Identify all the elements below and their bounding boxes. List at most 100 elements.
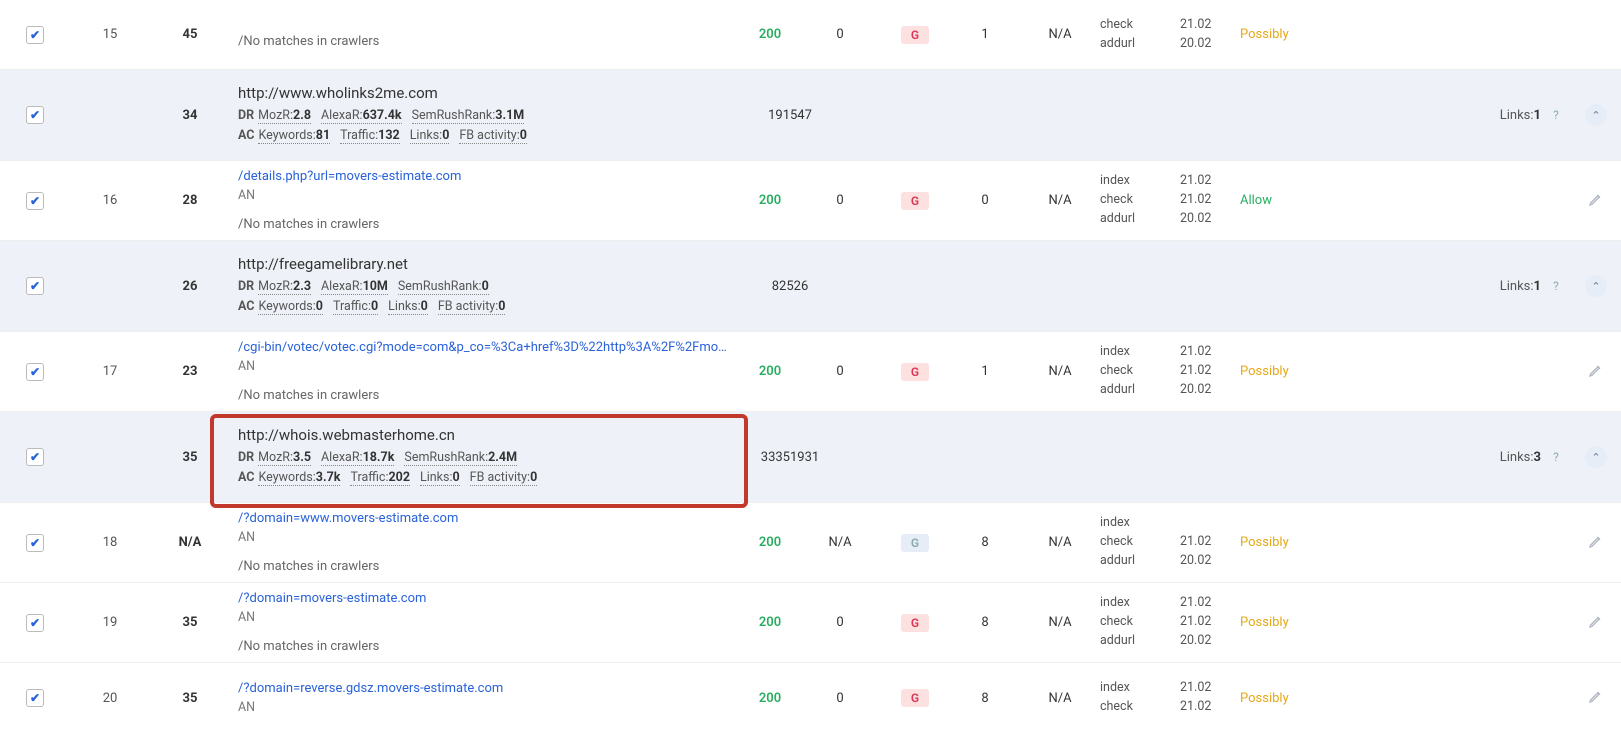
collapse-icon[interactable]: ⌃: [1585, 446, 1607, 468]
http-status: 200: [740, 193, 800, 208]
domain-bignum: 82526: [740, 279, 840, 294]
collapse-icon[interactable]: ⌃: [1585, 104, 1607, 126]
index-actions: indexcheck: [1100, 679, 1180, 717]
page-url[interactable]: /cgi-bin/votec/votec.cgi?mode=com&p_co=%…: [238, 340, 732, 355]
links-metric[interactable]: Links:0: [410, 128, 450, 144]
row-rank: 23: [150, 364, 230, 379]
keywords-link[interactable]: Keywords:81: [258, 128, 330, 144]
url-row: 18 N/A /?domain=www.movers-estimate.com AN /…: [0, 503, 1621, 583]
row-rank: 35: [150, 615, 230, 630]
collapse-icon[interactable]: ⌃: [1585, 275, 1607, 297]
index-actions: checkaddurl: [1100, 16, 1180, 54]
g-badge: G: [901, 534, 929, 552]
row-checkbox[interactable]: [26, 363, 44, 381]
date-col: 21.0220.02: [1180, 514, 1240, 570]
edit-icon[interactable]: [1588, 613, 1604, 629]
row-index: 20: [70, 691, 150, 706]
row-index: 16: [70, 193, 150, 208]
alexar-link[interactable]: AlexaR:10M: [321, 279, 388, 295]
keywords-link[interactable]: Keywords:0: [258, 299, 323, 315]
domain-metrics-dr: DRMozR:2.8AlexaR:637.4kSemRushRank:3.1M: [238, 106, 732, 126]
domain-bignum: 191547: [740, 108, 840, 123]
row-checkbox[interactable]: [26, 277, 44, 295]
domain-row: 35http://whois.webmasterhome.cnDRMozR:3.…: [0, 412, 1621, 503]
semrush-link[interactable]: SemRushRank:0: [398, 279, 489, 295]
semrush-link[interactable]: SemRushRank:2.4M: [404, 450, 517, 466]
col-count-b: 0: [950, 193, 1020, 208]
semrush-link[interactable]: SemRushRank:3.1M: [412, 108, 525, 124]
links-metric[interactable]: Links:0: [420, 470, 460, 486]
g-badge: G: [901, 363, 929, 381]
mozr-link[interactable]: MozR:3.5: [258, 450, 311, 466]
http-status: 200: [740, 691, 800, 706]
date-col: 21.0221.02: [1180, 679, 1240, 717]
domain-row: 26http://freegamelibrary.netDRMozR:2.3Al…: [0, 241, 1621, 332]
row-checkbox[interactable]: [26, 448, 44, 466]
domain-title[interactable]: http://www.wholinks2me.com: [238, 84, 732, 102]
row-checkbox[interactable]: [26, 106, 44, 124]
anchor-label: AN: [238, 530, 732, 545]
alexar-link[interactable]: AlexaR:18.7k: [321, 450, 394, 466]
domain-metrics-ac: ACKeywords:0Traffic:0Links:0FB activity:…: [238, 297, 732, 317]
help-icon[interactable]: ?: [1541, 450, 1571, 464]
alexar-link[interactable]: AlexaR:637.4k: [321, 108, 402, 124]
col-na: N/A: [1020, 535, 1100, 550]
allow-status: Possibly: [1240, 535, 1310, 550]
page-url[interactable]: /details.php?url=movers-estimate.com: [238, 169, 732, 184]
fb-link[interactable]: FB activity:0: [470, 470, 538, 486]
g-badge: G: [901, 689, 929, 707]
allow-status: Possibly: [1240, 27, 1310, 42]
allow-status: Possibly: [1240, 691, 1310, 706]
no-match-text: /No matches in crawlers: [238, 34, 732, 49]
row-index: 15: [70, 27, 150, 42]
no-match-text: /No matches in crawlers: [238, 559, 732, 574]
edit-icon[interactable]: [1588, 362, 1604, 378]
col-count-b: 8: [950, 615, 1020, 630]
row-checkbox[interactable]: [26, 26, 44, 44]
col-na: N/A: [1020, 364, 1100, 379]
edit-icon[interactable]: [1588, 191, 1604, 207]
row-checkbox[interactable]: [26, 614, 44, 632]
row-checkbox[interactable]: [26, 689, 44, 707]
help-icon[interactable]: ?: [1541, 279, 1571, 293]
traffic-link[interactable]: Traffic:0: [333, 299, 378, 315]
page-url[interactable]: /?domain=reverse.gdsz.movers-estimate.co…: [238, 681, 732, 696]
domain-title[interactable]: http://whois.webmasterhome.cn: [238, 426, 732, 444]
row-index: 18: [70, 535, 150, 550]
col-count-b: 8: [950, 535, 1020, 550]
links-metric[interactable]: Links:0: [388, 299, 428, 315]
index-actions: indexcheckaddurl: [1100, 594, 1180, 650]
domain-row: 34http://www.wholinks2me.comDRMozR:2.8Al…: [0, 70, 1621, 161]
fb-link[interactable]: FB activity:0: [459, 128, 527, 144]
domain-rank: 35: [150, 450, 230, 465]
date-col: 21.0221.0220.02: [1180, 172, 1240, 228]
edit-icon[interactable]: [1588, 533, 1604, 549]
mozr-link[interactable]: MozR:2.3: [258, 279, 311, 295]
col-na: N/A: [1020, 27, 1100, 42]
row-rank: 35: [150, 691, 230, 706]
allow-status: Allow: [1240, 193, 1310, 208]
url-row: 1628/details.php?url=movers-estimate.com…: [0, 161, 1621, 241]
domain-title[interactable]: http://freegamelibrary.net: [238, 255, 732, 273]
row-checkbox[interactable]: [26, 534, 44, 552]
page-url[interactable]: /?domain=www.movers-estimate.com: [238, 511, 732, 526]
traffic-link[interactable]: Traffic:202: [350, 470, 410, 486]
url-row: 2035 /?domain=reverse.gdsz.movers-estimat…: [0, 663, 1621, 733]
row-checkbox[interactable]: [26, 192, 44, 210]
date-col: 21.0220.02: [1180, 16, 1240, 54]
anchor-label: AN: [238, 188, 732, 203]
g-badge: G: [901, 26, 929, 44]
date-col: 21.0221.0220.02: [1180, 343, 1240, 399]
help-icon[interactable]: ?: [1541, 108, 1571, 122]
domain-bignum: 33351931: [740, 450, 840, 465]
traffic-link[interactable]: Traffic:132: [340, 128, 400, 144]
page-url[interactable]: /?domain=movers-estimate.com: [238, 591, 732, 606]
col-count-a: N/A: [800, 535, 880, 550]
no-match-text: /No matches in crawlers: [238, 388, 732, 403]
col-count-a: 0: [800, 691, 880, 706]
fb-link[interactable]: FB activity:0: [438, 299, 506, 315]
keywords-link[interactable]: Keywords:3.7k: [258, 470, 340, 486]
edit-icon[interactable]: [1588, 688, 1604, 704]
mozr-link[interactable]: MozR:2.8: [258, 108, 311, 124]
col-count-a: 0: [800, 193, 880, 208]
